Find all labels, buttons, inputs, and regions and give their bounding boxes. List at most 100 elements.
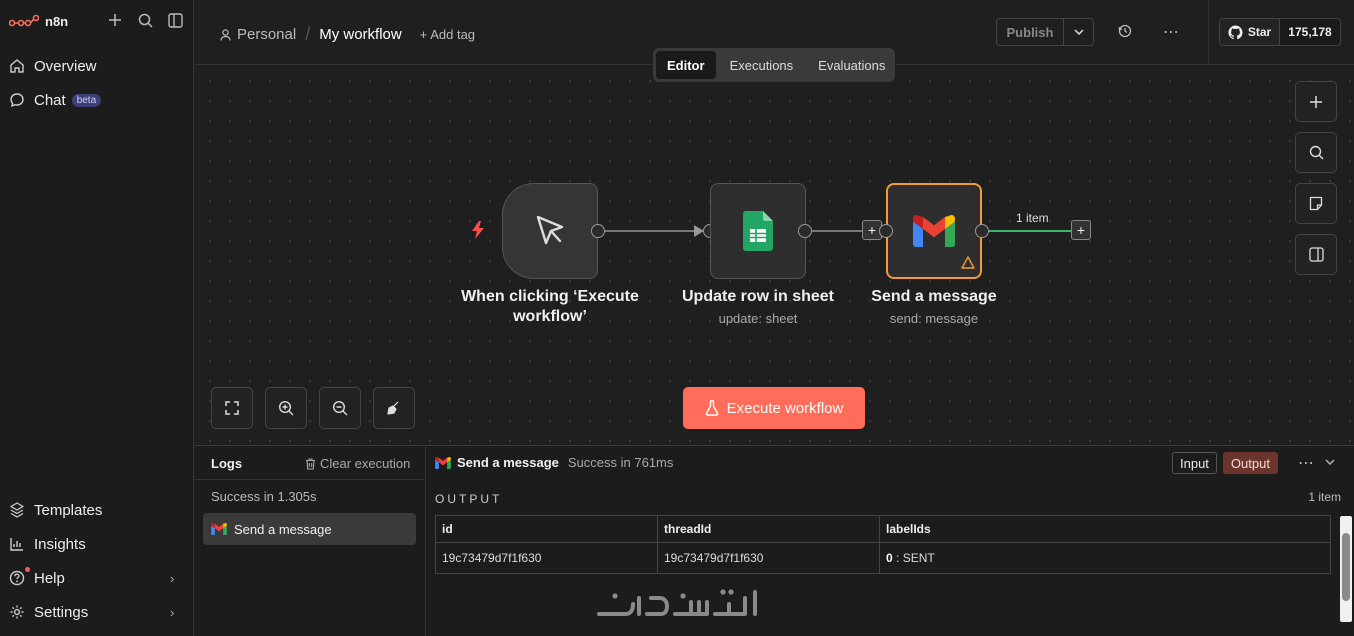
- node-send-message[interactable]: [886, 183, 982, 279]
- add-sticky-button[interactable]: [1295, 183, 1337, 224]
- n8n-logo[interactable]: n8n: [9, 10, 68, 32]
- add-node-button[interactable]: [1295, 81, 1337, 122]
- cell-label-ids[interactable]: 0 : SENT: [879, 542, 1331, 574]
- beta-badge: beta: [71, 93, 102, 107]
- sidebar-item-label: Chat: [34, 91, 66, 109]
- sidebar-item-settings[interactable]: Settings ›: [8, 600, 188, 624]
- sidebar-item-label: Insights: [34, 535, 86, 553]
- settings-icon: [8, 603, 26, 621]
- publish-button[interactable]: Publish: [997, 19, 1064, 45]
- star-count: 175,178: [1280, 19, 1340, 45]
- tab-editor[interactable]: Editor: [656, 51, 716, 79]
- logs-overview: Logs Clear execution Success in 1.305s S…: [195, 446, 426, 636]
- output-header: Send a message Success in 761ms: [435, 455, 673, 470]
- chevron-down-icon: [1325, 459, 1335, 465]
- more-options-icon[interactable]: ⋯: [1298, 453, 1314, 473]
- execute-workflow-button[interactable]: Execute workflow: [683, 387, 865, 429]
- zoom-in-button[interactable]: [265, 387, 307, 429]
- n8n-logo-icon: [9, 14, 39, 27]
- breadcrumb-separator: /: [305, 24, 311, 44]
- node-label: Send a message: [871, 288, 997, 305]
- chevron-right-icon: ›: [170, 604, 175, 620]
- sidebar-item-chat[interactable]: Chat beta: [8, 88, 102, 112]
- node-manual-trigger[interactable]: [502, 183, 598, 279]
- tab-executions[interactable]: Executions: [719, 51, 805, 79]
- sidebar-item-help[interactable]: Help ›: [8, 566, 188, 590]
- broom-icon: [387, 401, 399, 415]
- sidebar-item-label: Settings: [34, 603, 89, 621]
- scrollbar[interactable]: [1340, 516, 1352, 622]
- sidebar-item-overview[interactable]: Overview: [8, 54, 97, 78]
- sidebar-item-label: Help: [34, 569, 65, 587]
- clear-execution-button[interactable]: Clear execution: [305, 456, 410, 471]
- node-update-sheet[interactable]: [710, 183, 806, 279]
- add-next-node-button[interactable]: +: [1071, 220, 1091, 240]
- view-tabs: Editor Executions Evaluations: [653, 48, 895, 82]
- notification-dot: [25, 567, 30, 572]
- column-header: threadId: [657, 515, 880, 543]
- chat-icon: [8, 91, 26, 109]
- project-name: Personal: [237, 26, 297, 43]
- workflow-name[interactable]: My workflow: [319, 26, 402, 43]
- warning-icon[interactable]: [961, 256, 975, 269]
- github-icon: [1228, 24, 1243, 39]
- tab-evaluations[interactable]: Evaluations: [807, 51, 896, 79]
- more-options-icon[interactable]: ⋯: [1163, 22, 1180, 42]
- zoom-out-button[interactable]: [319, 387, 361, 429]
- collapse-logs-button[interactable]: [1325, 454, 1335, 468]
- connection-edge: [605, 230, 702, 232]
- add-tag-button[interactable]: + Add tag: [420, 27, 475, 42]
- cursor-icon: [536, 215, 564, 245]
- node-label: When clicking ‘Execute workflow’: [461, 288, 639, 325]
- input-port[interactable]: [879, 224, 893, 238]
- sidebar-item-templates[interactable]: Templates: [8, 498, 102, 522]
- clear-execution-label: Clear execution: [320, 456, 411, 471]
- log-entry[interactable]: Send a message: [203, 513, 416, 545]
- toggle-panel-button[interactable]: [1295, 234, 1337, 275]
- node-label: Update row in sheet: [681, 288, 835, 305]
- table-header-row: id threadId labelIds: [435, 515, 1331, 543]
- search-nodes-button[interactable]: [1295, 132, 1337, 173]
- input-button[interactable]: Input: [1172, 452, 1217, 474]
- sidebar-item-label: Templates: [34, 501, 103, 519]
- github-star-group[interactable]: Star 175,178: [1219, 18, 1341, 46]
- chevron-down-icon: [1073, 29, 1084, 35]
- publish-dropdown-button[interactable]: [1064, 19, 1093, 45]
- output-button[interactable]: Output: [1222, 452, 1278, 474]
- log-entry-label: Send a message: [234, 521, 332, 537]
- output-node-name: Send a message: [457, 455, 559, 470]
- search-icon[interactable]: [136, 11, 154, 29]
- cell-id[interactable]: 19c73479d7f1f630: [435, 542, 658, 574]
- tidy-up-button[interactable]: [373, 387, 415, 429]
- plus-icon[interactable]: [106, 11, 124, 29]
- insights-icon: [8, 535, 26, 553]
- scrollbar-thumb[interactable]: [1342, 533, 1350, 601]
- sidebar-item-label: Overview: [34, 57, 97, 75]
- sidebar: n8n Overview Chat beta Templates Insight…: [0, 0, 194, 636]
- templates-icon: [8, 501, 26, 519]
- watermark-logo: [597, 589, 757, 616]
- node-subtitle: update: sheet: [718, 311, 798, 326]
- label-value: : SENT: [896, 551, 935, 565]
- project-link[interactable]: Personal: [220, 26, 296, 43]
- sidebar-item-insights[interactable]: Insights: [8, 532, 86, 556]
- input-output-toggle: Input Output: [1172, 452, 1278, 474]
- github-star-button[interactable]: Star: [1220, 19, 1280, 45]
- chevron-right-icon: ›: [170, 570, 175, 586]
- cell-thread-id[interactable]: 19c73479d7f1f630: [657, 542, 880, 574]
- gmail-icon: [435, 456, 451, 469]
- home-icon: [8, 57, 26, 75]
- output-port[interactable]: [798, 224, 812, 238]
- flask-icon: [705, 400, 718, 416]
- logs-panel: Logs Clear execution Success in 1.305s S…: [195, 445, 1354, 636]
- column-header: id: [435, 515, 658, 543]
- sidebar-toggle-icon[interactable]: [166, 11, 184, 29]
- output-port[interactable]: [591, 224, 605, 238]
- history-icon[interactable]: [1118, 24, 1132, 43]
- logo-text: n8n: [45, 13, 69, 29]
- trash-icon: [306, 457, 315, 470]
- output-port[interactable]: [975, 224, 989, 238]
- user-icon: [220, 28, 231, 41]
- execute-label: Execute workflow: [726, 399, 844, 417]
- fit-view-button[interactable]: [211, 387, 253, 429]
